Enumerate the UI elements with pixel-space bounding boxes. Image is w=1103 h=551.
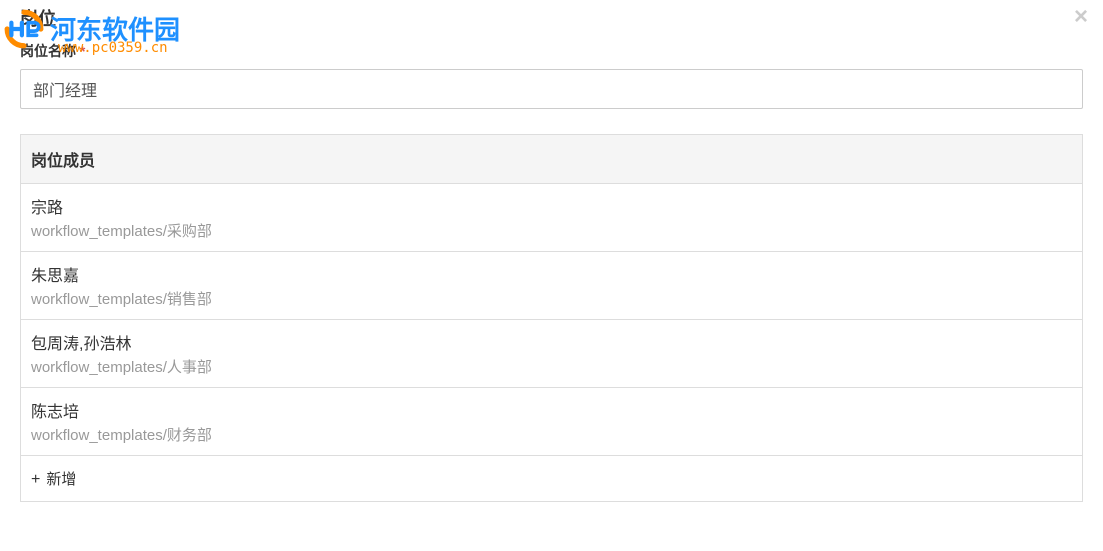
member-path: workflow_templates/销售部: [31, 288, 1072, 309]
member-row[interactable]: 陈志培 workflow_templates/财务部: [20, 388, 1083, 456]
modal-title: 岗位: [0, 0, 1103, 41]
member-path: workflow_templates/财务部: [31, 424, 1072, 445]
member-path: workflow_templates/人事部: [31, 356, 1072, 377]
form-section: 岗位名称 *: [0, 41, 1103, 119]
position-name-input[interactable]: [20, 69, 1083, 109]
plus-icon: +: [31, 471, 40, 488]
members-section: 岗位成员 宗路 workflow_templates/采购部 朱思嘉 workf…: [20, 134, 1083, 502]
member-path: workflow_templates/采购部: [31, 220, 1072, 241]
member-name: 陈志培: [31, 398, 1072, 422]
member-row[interactable]: 宗路 workflow_templates/采购部: [20, 184, 1083, 252]
close-button[interactable]: ×: [1074, 5, 1088, 29]
member-name: 包周涛,孙浩林: [31, 330, 1072, 354]
required-indicator: *: [80, 43, 85, 59]
close-icon: ×: [1074, 3, 1088, 30]
position-name-label-text: 岗位名称: [20, 43, 76, 59]
members-header: 岗位成员: [20, 134, 1083, 184]
add-member-button[interactable]: + 新增: [20, 456, 1083, 502]
position-name-label: 岗位名称 *: [20, 41, 1083, 61]
member-name: 宗路: [31, 194, 1072, 218]
member-row[interactable]: 包周涛,孙浩林 workflow_templates/人事部: [20, 320, 1083, 388]
member-name: 朱思嘉: [31, 262, 1072, 286]
member-row[interactable]: 朱思嘉 workflow_templates/销售部: [20, 252, 1083, 320]
add-label: 新增: [46, 471, 76, 488]
